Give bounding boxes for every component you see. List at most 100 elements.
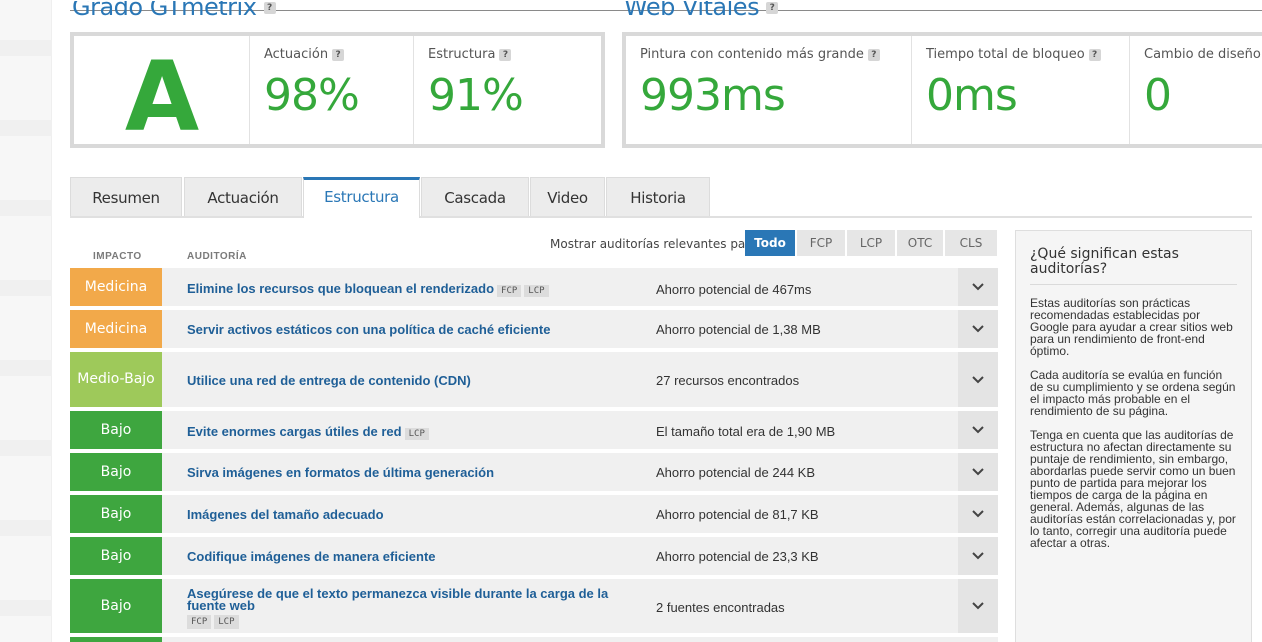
impact-badge: Medicina: [70, 310, 162, 348]
audit-savings: Ahorro potencial de 244 KB: [656, 465, 815, 480]
audit-row[interactable]: Bajo Imágenes del tamaño adecuado Ahorro…: [70, 495, 998, 535]
help-icon[interactable]: ?: [766, 2, 779, 14]
chevron-down-icon: [972, 552, 984, 560]
vitals-section-title: Web Vitales ?: [624, 1, 779, 23]
impact-badge: [70, 637, 162, 642]
metric-tag: FCP: [187, 615, 212, 629]
expand-button[interactable]: [958, 411, 998, 449]
tab-summary[interactable]: Resumen: [70, 177, 182, 216]
metric-tag: FCP: [497, 285, 522, 297]
help-icon[interactable]: ?: [867, 48, 880, 61]
audit-row-partial: [70, 637, 998, 642]
filter-label: Mostrar auditorías relevantes para: [550, 237, 758, 251]
tab-performance[interactable]: Actuación: [184, 177, 302, 216]
audit-title[interactable]: Servir activos estáticos con una polític…: [187, 322, 550, 337]
audit-savings: 2 fuentes encontradas: [656, 600, 785, 615]
impact-badge: Bajo: [70, 579, 162, 633]
tab-waterfall[interactable]: Cascada: [421, 177, 529, 216]
grade-letter-graphic: A: [125, 41, 199, 144]
audit-savings: Ahorro potencial de 1,38 MB: [656, 322, 821, 337]
help-icon[interactable]: ?: [499, 48, 512, 61]
audit-row[interactable]: Bajo Evite enormes cargas útiles de red L…: [70, 411, 998, 451]
expand-button[interactable]: [958, 310, 998, 348]
grade-card: A Actuación? 98% Estructura? 91%: [70, 32, 605, 148]
tbt-metric: Tiempo total de bloqueo? 0ms: [912, 36, 1130, 144]
structure-label: Estructura: [428, 47, 496, 62]
chevron-down-icon: [972, 426, 984, 434]
impact-badge: Bajo: [70, 411, 162, 449]
chevron-down-icon: [972, 325, 984, 333]
audit-row[interactable]: Bajo Codifique imágenes de manera eficie…: [70, 537, 998, 577]
metric-tag: LCP: [524, 285, 549, 297]
help-icon[interactable]: ?: [263, 2, 276, 14]
structure-value: 91%: [428, 70, 524, 121]
chevron-down-icon: [972, 375, 984, 383]
impact-badge: Bajo: [70, 453, 162, 491]
audit-row[interactable]: Medicina Elimine los recursos que bloque…: [70, 268, 998, 308]
info-panel-title: ¿Qué significan estas auditorías?: [1030, 247, 1237, 285]
impact-badge: Bajo: [70, 495, 162, 533]
structure-metric: Estructura? 91%: [414, 36, 601, 144]
impact-badge: Bajo: [70, 537, 162, 575]
audit-title[interactable]: Sirva imágenes en formatos de última gen…: [187, 465, 494, 480]
expand-button[interactable]: [958, 579, 998, 633]
chevron-down-icon: [972, 602, 984, 610]
grade-section-title: Grado GTmetrix ?: [72, 1, 276, 23]
expand-button[interactable]: [958, 268, 998, 306]
tab-video[interactable]: Video: [530, 177, 605, 216]
grade-letter: A: [125, 41, 199, 144]
impact-badge: Medicina: [70, 268, 162, 306]
grade-letter-box: A: [74, 36, 250, 144]
audit-row[interactable]: Bajo Asegúrese de que el texto permanezc…: [70, 579, 998, 635]
filter-all[interactable]: Todo: [745, 230, 795, 256]
audit-row[interactable]: Medio-Bajo Utilice una red de entrega de…: [70, 352, 998, 409]
audit-title[interactable]: Imágenes del tamaño adecuado: [187, 507, 384, 522]
filter-cls[interactable]: CLS: [945, 230, 997, 256]
cls-value: 0: [1144, 70, 1172, 121]
metric-tag: LCP: [404, 428, 429, 440]
lcp-label: Pintura con contenido más grande: [640, 47, 864, 62]
cls-metric: Cambio de diseño 0: [1130, 36, 1262, 144]
performance-value: 98%: [264, 70, 360, 121]
audit-title[interactable]: Codifique imágenes de manera eficiente: [187, 549, 436, 564]
cls-label: Cambio de diseño: [1144, 47, 1261, 62]
expand-button[interactable]: [958, 352, 998, 407]
report-tabs: Resumen Actuación Estructura Cascada Vid…: [70, 177, 1252, 218]
left-gutter: [0, 0, 52, 642]
filter-lcp[interactable]: LCP: [847, 230, 895, 256]
audit-savings: Ahorro potencial de 467ms: [656, 282, 812, 297]
audit-savings: Ahorro potencial de 81,7 KB: [656, 507, 819, 522]
audit-row[interactable]: Bajo Sirva imágenes en formatos de últim…: [70, 453, 998, 493]
impact-column-header: IMPACTO: [93, 251, 142, 262]
audit-column-header: AUDITORÍA: [187, 251, 247, 262]
help-icon[interactable]: ?: [332, 48, 345, 61]
audit-title[interactable]: Elimine los recursos que bloquean el ren…: [187, 281, 494, 296]
tab-history[interactable]: Historia: [606, 177, 710, 216]
web-vitals-card: Pintura con contenido más grande? 993ms …: [622, 32, 1262, 148]
impact-badge: Medio-Bajo: [70, 352, 162, 407]
tbt-label: Tiempo total de bloqueo: [926, 47, 1085, 62]
expand-button[interactable]: [958, 453, 998, 491]
audit-savings: Ahorro potencial de 23,3 KB: [656, 549, 819, 564]
audit-savings: 27 recursos encontrados: [656, 373, 800, 388]
help-icon[interactable]: ?: [1088, 48, 1101, 61]
performance-label: Actuación: [264, 47, 329, 62]
chevron-down-icon: [972, 283, 984, 291]
tbt-value: 0ms: [926, 70, 1018, 121]
audit-title[interactable]: Utilice una red de entrega de contenido …: [187, 373, 471, 388]
audits-info-panel: ¿Qué significan estas auditorías? Estas …: [1015, 230, 1252, 642]
info-paragraph: Tenga en cuenta que las auditorías de es…: [1030, 428, 1236, 550]
audit-title[interactable]: Evite enormes cargas útiles de red: [187, 424, 402, 439]
lcp-metric: Pintura con contenido más grande? 993ms: [626, 36, 912, 144]
expand-button[interactable]: [958, 537, 998, 575]
audit-savings: El tamaño total era de 1,90 MB: [656, 424, 836, 439]
info-paragraph: Cada auditoría se evalúa en función de s…: [1030, 368, 1236, 418]
audit-title[interactable]: Asegúrese de que el texto permanezca vis…: [187, 587, 617, 612]
chevron-down-icon: [972, 468, 984, 476]
filter-fcp[interactable]: FCP: [797, 230, 845, 256]
lcp-value: 993ms: [640, 70, 786, 121]
tab-structure[interactable]: Estructura: [303, 177, 420, 218]
audit-row[interactable]: Medicina Servir activos estáticos con un…: [70, 310, 998, 350]
expand-button[interactable]: [958, 495, 998, 533]
filter-tbt[interactable]: OTC: [897, 230, 943, 256]
